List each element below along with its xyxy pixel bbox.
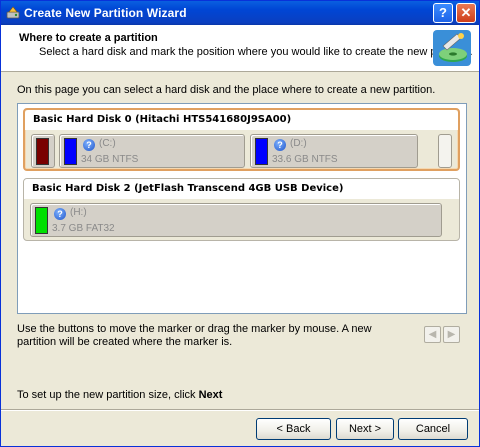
partition-color-bar bbox=[255, 138, 268, 165]
wizard-header: Where to create a partition Select a har… bbox=[1, 25, 479, 72]
partition-name: (D:) bbox=[290, 138, 307, 149]
back-button[interactable]: < Back bbox=[256, 418, 331, 440]
partition-size: 33.6 GB NTFS bbox=[272, 154, 338, 165]
next-button[interactable]: Next > bbox=[336, 418, 394, 440]
help-button[interactable]: ? bbox=[433, 3, 453, 23]
app-icon bbox=[6, 6, 20, 19]
arrow-left-icon: ◀ bbox=[428, 329, 437, 340]
disk-0-label: Basic Hard Disk 0 (Hitachi HTS541680J9SA… bbox=[25, 110, 458, 130]
partition-color-bar bbox=[64, 138, 77, 165]
partition-h[interactable]: ? (H:) 3.7 GB FAT32 bbox=[30, 203, 442, 237]
title-bar[interactable]: Create New Partition Wizard ? ✕ bbox=[1, 1, 479, 25]
intro-text: On this page you can select a hard disk … bbox=[17, 84, 436, 96]
partition-size: 3.7 GB FAT32 bbox=[52, 223, 115, 234]
partition-unallocated-marker[interactable] bbox=[31, 134, 55, 168]
partition-size: 34 GB NTFS bbox=[81, 154, 139, 165]
partition-c[interactable]: ? (C:) 34 GB NTFS bbox=[59, 134, 245, 168]
disk-list-panel: Basic Hard Disk 0 (Hitachi HTS541680J9SA… bbox=[17, 103, 467, 314]
footer-note-text: To set up the new partition size, click bbox=[17, 389, 199, 401]
close-button[interactable]: ✕ bbox=[456, 3, 476, 23]
cancel-button[interactable]: Cancel bbox=[398, 418, 468, 440]
footer-separator bbox=[1, 409, 479, 411]
marker-help-text: Use the buttons to move the marker or dr… bbox=[17, 323, 372, 348]
move-marker-right-button[interactable]: ▶ bbox=[443, 326, 460, 343]
question-icon: ? bbox=[274, 139, 286, 151]
footer-note: To set up the new partition size, click … bbox=[17, 389, 222, 401]
footer-note-bold: Next bbox=[198, 389, 223, 401]
partition-color-bar bbox=[35, 207, 48, 234]
disk-2[interactable]: Basic Hard Disk 2 (JetFlash Transcend 4G… bbox=[23, 178, 460, 241]
header-subtitle: Select a hard disk and mark the position… bbox=[39, 46, 473, 58]
window-title: Create New Partition Wizard bbox=[24, 6, 187, 20]
partition-name: (H:) bbox=[70, 207, 87, 218]
help-icon: ? bbox=[439, 5, 447, 20]
wizard-disk-icon bbox=[433, 30, 471, 66]
partition-color-bar bbox=[36, 138, 49, 165]
question-icon: ? bbox=[54, 208, 66, 220]
move-marker-left-button[interactable]: ◀ bbox=[424, 326, 441, 343]
arrow-right-icon: ▶ bbox=[447, 329, 456, 340]
header-title: Where to create a partition bbox=[19, 32, 158, 44]
question-icon: ? bbox=[83, 139, 95, 151]
disk-2-label: Basic Hard Disk 2 (JetFlash Transcend 4G… bbox=[24, 179, 459, 199]
partition-name: (C:) bbox=[99, 138, 116, 149]
disk-0[interactable]: Basic Hard Disk 0 (Hitachi HTS541680J9SA… bbox=[23, 108, 460, 171]
partition-d[interactable]: ? (D:) 33.6 GB NTFS bbox=[250, 134, 418, 168]
free-space-slot[interactable] bbox=[438, 134, 452, 168]
wizard-window: Create New Partition Wizard ? ✕ Where to… bbox=[0, 0, 480, 447]
close-icon: ✕ bbox=[460, 5, 472, 20]
